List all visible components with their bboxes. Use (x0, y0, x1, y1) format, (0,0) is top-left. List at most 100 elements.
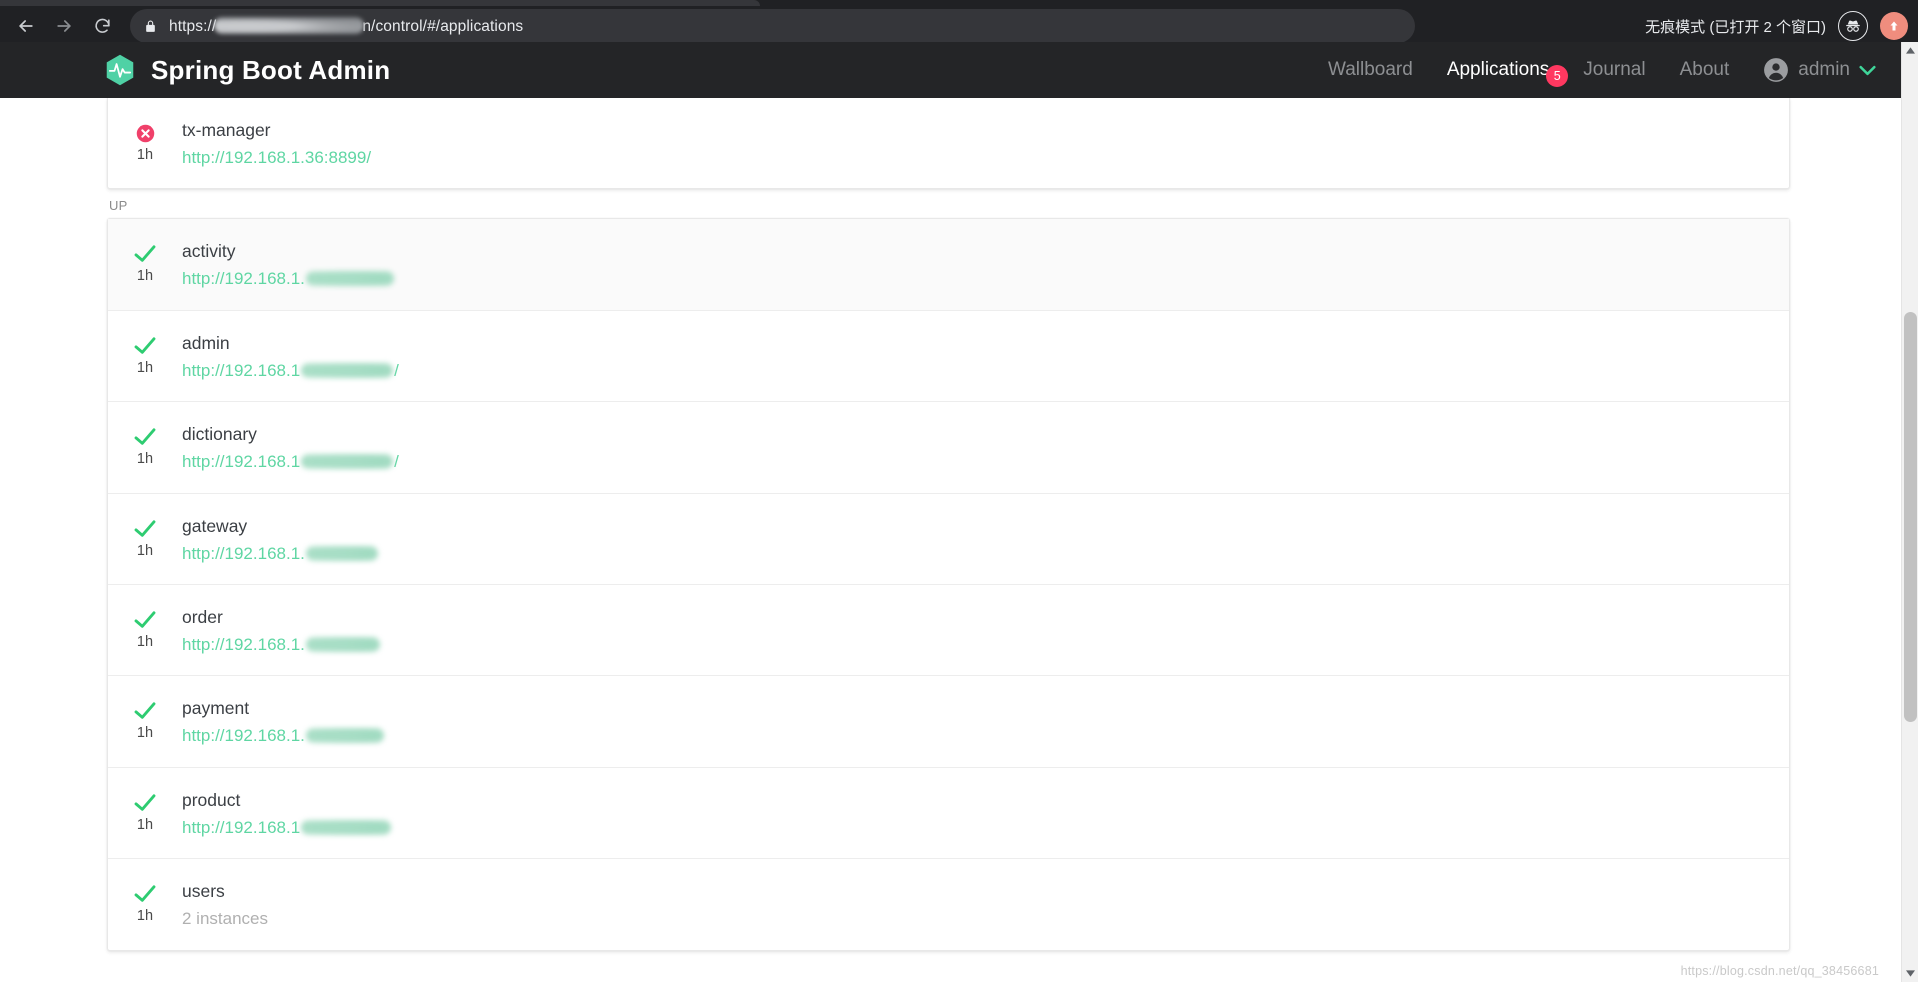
nav-item-wallboard[interactable]: Wallboard (1311, 59, 1430, 81)
application-group-card: 1h tx-manager http://192.168.1.36:8899/ (107, 98, 1790, 190)
application-info: order http://192.168.1. (182, 607, 381, 655)
url-redacted-segment (305, 545, 378, 561)
check-icon (134, 243, 156, 265)
application-info: activity http://192.168.1. (182, 241, 395, 289)
status-column: 1h (108, 333, 182, 376)
error-circle-icon (135, 122, 156, 144)
table-row[interactable]: 1h order http://192.168.1. (108, 585, 1789, 677)
application-url-visible: http://192.168.1 (182, 817, 301, 837)
status-age: 1h (136, 542, 154, 559)
status-column: 1h (108, 241, 182, 284)
nav-item-journal[interactable]: Journal (1566, 59, 1662, 81)
application-name: tx-manager (182, 120, 271, 140)
tab-strip (0, 0, 760, 6)
application-name: users (182, 881, 225, 902)
reload-button[interactable] (84, 8, 120, 44)
address-bar[interactable]: https:// n/control/#/applications (130, 9, 1415, 43)
application-name: order (182, 606, 223, 627)
check-icon (134, 609, 156, 631)
application-url-tail: / (394, 360, 399, 380)
table-row[interactable]: 1h activity http://192.168.1. (108, 219, 1789, 311)
application-info: product http://192.168.1 (182, 790, 392, 838)
spring-boot-admin-hexagon-logo (106, 54, 134, 86)
incognito-icon[interactable] (1838, 11, 1868, 41)
forward-button[interactable] (46, 8, 82, 44)
chevron-down-icon (1859, 65, 1876, 75)
status-age: 1h (136, 908, 154, 925)
nav-item-label: Applications (1446, 59, 1550, 80)
check-icon (134, 792, 156, 814)
application-name: activity (182, 241, 236, 262)
scrollbar-thumb[interactable] (1904, 312, 1917, 722)
status-age: 1h (136, 268, 154, 285)
incognito-label: 无痕模式 (已打开 2 个窗口) (1645, 18, 1826, 36)
table-row[interactable]: 1h product http://192.168.1 (108, 768, 1789, 860)
url-redacted-segment (305, 728, 384, 744)
forward-arrow-icon (57, 20, 71, 32)
page-scrollbar[interactable] (1901, 42, 1918, 982)
application-url[interactable]: http://192.168.1. (182, 726, 385, 746)
nav-item-label: Journal (1583, 59, 1646, 80)
applications-badge: 5 (1546, 65, 1569, 87)
application-url-visible: http://192.168.1 (182, 360, 301, 380)
status-column: 1h (108, 881, 182, 924)
status-column: 1h (108, 120, 182, 163)
status-age: 1h (136, 359, 154, 376)
table-row[interactable]: 1h tx-manager http://192.168.1.36:8899/ (108, 98, 1789, 188)
check-icon (134, 335, 156, 357)
applications-groups: 1h tx-manager http://192.168.1.36:8899/ … (0, 98, 1790, 951)
application-url-visible: http://192.168.1. (182, 726, 305, 746)
application-url[interactable]: http://192.168.1.36:8899/ (182, 148, 371, 168)
application-name: admin (182, 332, 230, 353)
application-url-visible: http://192.168.1. (182, 269, 305, 289)
table-row[interactable]: 1h gateway http://192.168.1. (108, 494, 1789, 585)
application-info: dictionary http://192.168.1 / (182, 424, 399, 472)
application-url[interactable]: http://192.168.1. (182, 544, 379, 564)
profile-avatar[interactable] (1880, 12, 1908, 40)
url-redacted-segment (301, 454, 394, 470)
status-age: 1h (136, 451, 154, 468)
brand-title: Spring Boot Admin (151, 54, 391, 85)
user-circle-icon (1764, 58, 1789, 82)
nav-item-applications[interactable]: Applications 5 (1430, 59, 1569, 87)
application-url-tail: / (394, 452, 399, 472)
url-suffix: n/control/#/applications (362, 17, 524, 35)
watermark: https://blog.csdn.net/qq_38456681 (1680, 964, 1879, 978)
back-button[interactable] (8, 8, 44, 44)
application-url[interactable]: http://192.168.1 (182, 818, 392, 838)
application-name: payment (182, 698, 250, 719)
app-navbar: Spring Boot Admin Wallboard Applications… (0, 42, 1918, 98)
table-row[interactable]: 1h users 2 instances (108, 859, 1789, 949)
table-row[interactable]: 1h admin http://192.168.1 / (108, 311, 1789, 403)
application-info: users 2 instances (182, 881, 268, 929)
scroll-down-arrow[interactable] (1902, 965, 1918, 982)
status-column: 1h (108, 516, 182, 559)
nav-links: Wallboard Applications 5 Journal About a… (1311, 42, 1884, 98)
application-url[interactable]: http://192.168.1 / (182, 361, 399, 381)
url-redacted-segment (214, 16, 365, 34)
application-url-visible: http://192.168.1 (182, 452, 301, 472)
group-label-up: UP (109, 198, 128, 214)
nav-item-about[interactable]: About (1663, 59, 1747, 81)
application-info: admin http://192.168.1 / (182, 333, 399, 381)
nav-item-label: Wallboard (1327, 59, 1413, 80)
table-row[interactable]: 1h dictionary http://192.168.1 / (108, 402, 1789, 494)
status-column: 1h (108, 607, 182, 650)
scroll-up-arrow[interactable] (1902, 42, 1918, 59)
user-menu[interactable]: admin (1746, 57, 1884, 83)
application-info: tx-manager http://192.168.1.36:8899/ (182, 120, 371, 168)
status-age: 1h (136, 816, 154, 833)
url-redacted-segment (301, 819, 392, 835)
chevron-down-icon (1906, 970, 1915, 977)
table-row[interactable]: 1h payment http://192.168.1. (108, 676, 1789, 768)
check-icon (134, 883, 156, 905)
url-redacted-segment (301, 362, 394, 378)
application-name: gateway (182, 515, 248, 536)
application-url[interactable]: http://192.168.1. (182, 269, 395, 289)
application-url[interactable]: http://192.168.1. (182, 635, 381, 655)
application-group-card: 1h activity http://192.168.1. 1h admin h… (107, 218, 1790, 951)
application-url[interactable]: http://192.168.1 / (182, 452, 399, 472)
lock-icon (144, 19, 157, 34)
url-text: https:// n/control/#/applications (169, 16, 524, 36)
brand-link[interactable]: Spring Boot Admin (103, 53, 390, 87)
